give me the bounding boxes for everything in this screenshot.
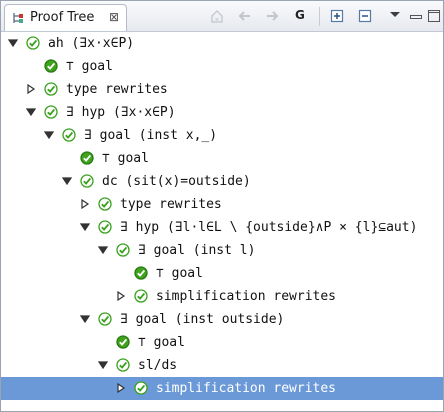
tree-node-label: ⊤ goal <box>66 59 113 74</box>
collapsed-twisty-icon[interactable] <box>26 84 36 94</box>
discharged-check-icon <box>80 151 94 165</box>
proved-check-icon <box>44 82 58 96</box>
proved-check-icon <box>80 174 94 188</box>
expand-twisty-icon[interactable] <box>26 107 36 117</box>
proved-check-icon <box>26 36 40 50</box>
maximize-icon[interactable] <box>426 8 442 24</box>
tree-node-label: ∃ goal (inst x,_) <box>84 128 218 143</box>
proof-tree-view: Proof Tree ⊠ G ah (∃x·x∈P) ⊤ goal type r… <box>0 0 444 412</box>
proved-check-icon <box>98 197 112 211</box>
tree-node[interactable]: ah (∃x·x∈P) <box>1 32 443 55</box>
proved-check-icon <box>44 105 58 119</box>
collapsed-twisty-icon[interactable] <box>80 199 90 209</box>
tree-node-label: ah (∃x·x∈P) <box>48 36 135 51</box>
expand-all-icon[interactable] <box>329 8 345 24</box>
toolbar-separator <box>319 7 320 26</box>
tree-node[interactable]: simplification rewrites <box>1 377 443 400</box>
tree-node[interactable]: ∃ goal (inst l) <box>1 239 443 262</box>
expand-twisty-icon[interactable] <box>80 222 90 232</box>
view-menu-icon[interactable] <box>387 7 403 23</box>
proof-tree[interactable]: ah (∃x·x∈P) ⊤ goal type rewrites ∃ hyp (∃x·… <box>1 32 443 411</box>
tree-node-label: simplification rewrites <box>156 381 337 396</box>
tree-node-label: ∃ goal (inst l) <box>138 243 256 258</box>
proved-check-icon <box>134 289 148 303</box>
tree-node-label: ⊤ goal <box>156 266 203 281</box>
tree-node[interactable]: simplification rewrites <box>1 285 443 308</box>
collapsed-twisty-icon[interactable] <box>116 383 126 393</box>
close-icon[interactable]: ⊠ <box>109 10 119 24</box>
tree-node-label: ∃ goal (inst outside) <box>120 312 285 327</box>
tree-node-label: ∃ hyp (∃x·x∈P) <box>66 105 176 120</box>
collapsed-twisty-icon[interactable] <box>116 291 126 301</box>
tree-node[interactable]: ⊤ goal <box>1 147 443 170</box>
tree-node[interactable]: ⊤ goal <box>1 331 443 354</box>
go-into-button[interactable]: G <box>295 8 305 22</box>
forward-arrow-icon[interactable] <box>264 8 280 24</box>
proved-check-icon <box>62 128 76 142</box>
tree-node[interactable]: ∃ goal (inst outside) <box>1 308 443 331</box>
tree-node[interactable]: ∃ hyp (∃l·l∈L \ {outside}∧P × {l}⊆aut) <box>1 216 443 239</box>
tree-node[interactable]: ∃ hyp (∃x·x∈P) <box>1 101 443 124</box>
tree-node-label: ⊤ goal <box>102 151 149 166</box>
tree-node-label: type rewrites <box>66 82 168 97</box>
tree-node-label: type rewrites <box>120 197 222 212</box>
minimize-icon[interactable] <box>408 8 424 24</box>
expand-twisty-icon[interactable] <box>98 360 108 370</box>
tree-node-label: sl/ds <box>138 358 178 373</box>
expand-twisty-icon[interactable] <box>62 176 72 186</box>
expand-twisty-icon[interactable] <box>98 245 108 255</box>
back-arrow-icon[interactable] <box>237 8 253 24</box>
proved-check-icon <box>116 243 130 257</box>
discharged-check-icon <box>134 266 148 280</box>
discharged-check-icon <box>44 59 58 73</box>
proved-check-icon <box>134 381 148 395</box>
expand-twisty-icon[interactable] <box>44 130 54 140</box>
tree-node[interactable]: dc (sit(x)=outside) <box>1 170 443 193</box>
proved-check-icon <box>116 358 130 372</box>
discharged-check-icon <box>116 335 130 349</box>
tree-node-label: ∃ hyp (∃l·l∈L \ {outside}∧P × {l}⊆aut) <box>120 220 418 235</box>
tree-node[interactable]: ⊤ goal <box>1 262 443 285</box>
proof-tree-icon <box>13 13 23 23</box>
tree-node[interactable]: sl/ds <box>1 354 443 377</box>
tree-node[interactable]: type rewrites <box>1 78 443 101</box>
tree-node-label: ⊤ goal <box>138 335 185 350</box>
proved-check-icon <box>98 220 112 234</box>
view-title: Proof Tree <box>30 10 95 25</box>
collapse-all-icon[interactable] <box>357 8 373 24</box>
tree-node[interactable]: type rewrites <box>1 193 443 216</box>
home-icon[interactable] <box>209 8 225 24</box>
view-titlebar: Proof Tree ⊠ G <box>1 1 443 32</box>
tree-node[interactable]: ⊤ goal <box>1 55 443 78</box>
tree-node-label: dc (sit(x)=outside) <box>102 174 251 189</box>
tab-proof-tree[interactable]: Proof Tree ⊠ <box>4 4 127 31</box>
tree-node[interactable]: ∃ goal (inst x,_) <box>1 124 443 147</box>
tree-node-label: simplification rewrites <box>156 289 337 304</box>
proved-check-icon <box>98 312 112 326</box>
expand-twisty-icon[interactable] <box>80 314 90 324</box>
expand-twisty-icon[interactable] <box>8 38 18 48</box>
